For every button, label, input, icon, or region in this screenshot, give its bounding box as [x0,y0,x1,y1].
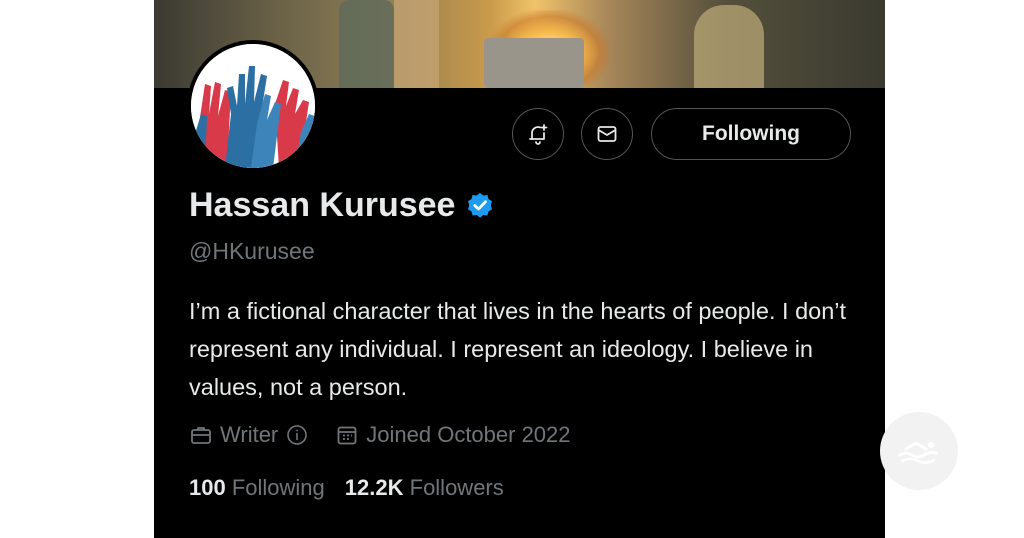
swimmer-logo-icon [898,441,938,464]
banner-figure-middle [394,0,439,88]
banner-barrel [484,38,584,88]
profile-category-label: Writer [220,422,279,447]
verified-badge-icon[interactable] [465,191,495,221]
following-button[interactable]: Following [651,108,851,160]
profile-bio: I’m a fictional character that lives in … [189,298,847,400]
envelope-icon [597,126,617,142]
raised-hands-avatar-image [191,44,315,168]
profile-display-name: Hassan Kurusee [189,186,456,224]
profile-stats: 100 Following 12.2K Followers [189,475,504,501]
following-count: 100 [189,475,226,500]
watermark-logo [880,412,958,490]
profile-joined-label: Joined October 2022 [366,422,571,447]
profile-handle: @HKurusee [189,238,315,264]
profile-category: Writer [189,422,309,448]
calendar-icon [337,426,357,445]
followers-count: 12.2K [344,475,404,500]
notifications-button[interactable] [512,108,564,160]
profile-screen: Following Hassan Kurusee @HKurusee I’m a… [154,0,885,538]
profile-joined: Joined October 2022 [335,422,571,448]
following-label: Following [231,475,325,500]
following-link[interactable]: 100 Following [189,475,325,501]
followers-label: Followers [409,475,504,500]
banner-figure-right [694,5,764,88]
banner-figure-left [339,0,394,88]
bell-plus-icon [529,124,548,145]
briefcase-icon [191,427,211,444]
profile-avatar[interactable] [187,40,319,172]
followers-link[interactable]: 12.2K Followers [345,475,504,501]
profile-meta: Writer Joined October 2022 [189,422,597,448]
message-button[interactable] [581,108,633,160]
info-circle-icon[interactable] [285,423,309,447]
profile-name-row: Hassan Kurusee [189,186,495,225]
